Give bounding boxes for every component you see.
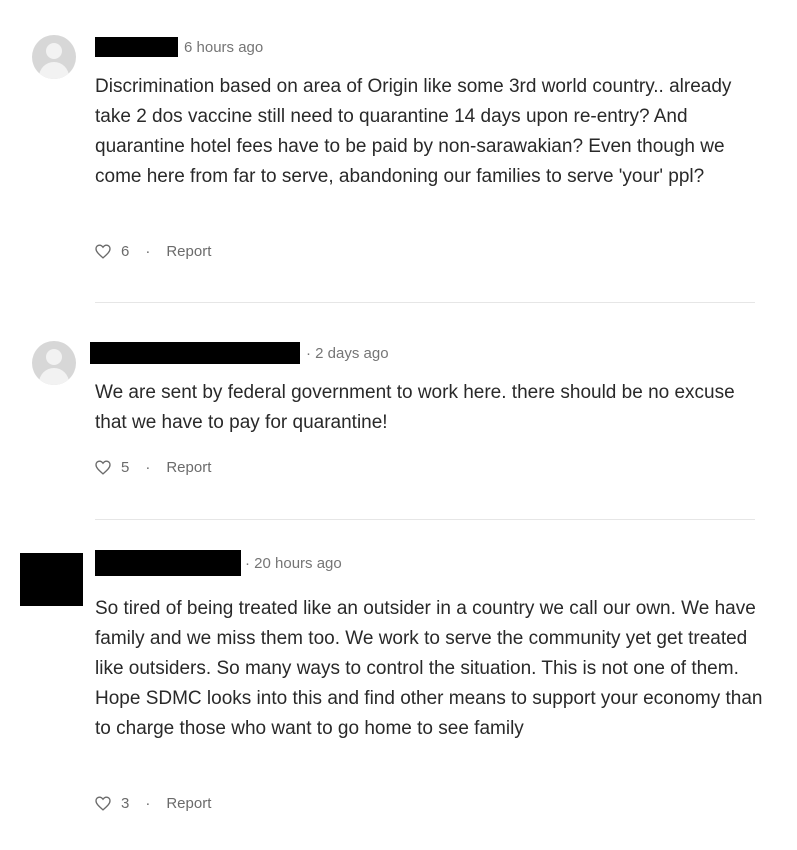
comment-divider bbox=[95, 302, 755, 303]
like-count: 5 bbox=[121, 458, 130, 476]
comment-text: So tired of being treated like an outsid… bbox=[95, 598, 763, 739]
comment-actions: 3 · Report bbox=[95, 792, 211, 814]
comment-meta: · 20 hours ago bbox=[95, 550, 342, 576]
comment-timestamp: · 20 hours ago bbox=[245, 554, 342, 572]
comment-divider bbox=[95, 519, 755, 520]
separator-dot: · bbox=[145, 242, 151, 260]
comment-actions: 5 · Report bbox=[95, 456, 211, 478]
like-count: 3 bbox=[121, 794, 130, 812]
separator-dot: · bbox=[145, 458, 151, 476]
heart-icon[interactable] bbox=[95, 459, 111, 475]
comment-text: We are sent by federal government to wor… bbox=[95, 382, 735, 433]
redacted-author-name[interactable] bbox=[90, 342, 300, 364]
heart-icon[interactable] bbox=[95, 795, 111, 811]
comment-actions: 6 · Report bbox=[95, 240, 211, 262]
avatar-torso bbox=[39, 368, 69, 385]
report-button[interactable]: Report bbox=[166, 459, 211, 476]
comment-timestamp: · 2 days ago bbox=[306, 344, 389, 362]
avatar-head bbox=[46, 349, 62, 365]
comment-text: Discrimination based on area of Origin l… bbox=[95, 76, 732, 187]
comment-timestamp: 6 hours ago bbox=[184, 38, 264, 56]
report-button[interactable]: Report bbox=[166, 795, 211, 812]
report-button[interactable]: Report bbox=[166, 243, 211, 260]
avatar-head bbox=[46, 43, 62, 59]
redacted-author-name[interactable] bbox=[95, 550, 241, 576]
avatar-torso bbox=[39, 62, 69, 79]
separator-dot: · bbox=[145, 794, 151, 812]
like-count: 6 bbox=[121, 242, 130, 260]
comment-meta: 6 hours ago bbox=[95, 37, 263, 57]
redacted-author-name[interactable] bbox=[95, 37, 178, 57]
heart-icon[interactable] bbox=[95, 243, 111, 259]
default-avatar-icon[interactable] bbox=[32, 35, 76, 79]
comment-meta: · 2 days ago bbox=[90, 342, 389, 364]
redacted-avatar[interactable] bbox=[20, 553, 83, 606]
default-avatar-icon[interactable] bbox=[32, 341, 76, 385]
